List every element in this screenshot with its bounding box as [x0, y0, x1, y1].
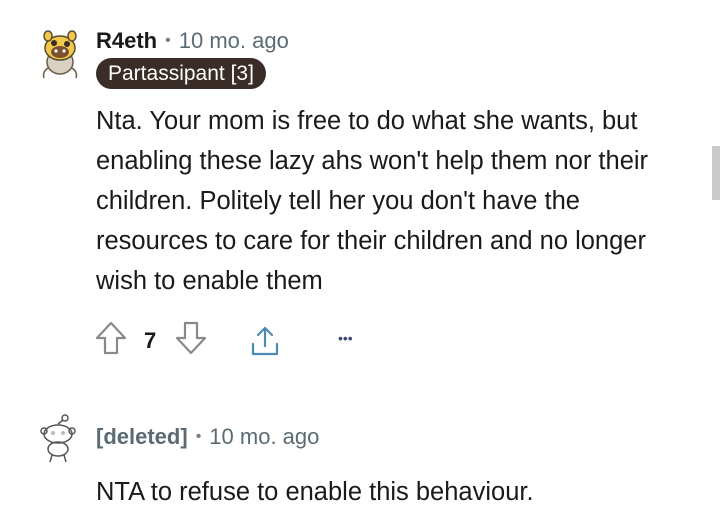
comment-meta: [deleted] • 10 mo. ago	[96, 423, 319, 451]
comment-age[interactable]: 10 mo. ago	[179, 28, 289, 53]
deleted-user-avatar	[36, 412, 80, 464]
separator-dot: •	[165, 32, 171, 49]
comment-age[interactable]: 10 mo. ago	[209, 424, 319, 449]
share-icon[interactable]	[248, 324, 282, 363]
comment-meta: R4eth • 10 mo. ago	[96, 27, 289, 55]
snoo-avatar-icon	[42, 30, 78, 79]
more-options-icon[interactable]: •••	[338, 330, 353, 346]
comment-body: Nta. Your mom is free to do what she wan…	[96, 107, 649, 295]
username: [deleted]	[96, 424, 188, 449]
comment-body: NTA to refuse to enable this behaviour.	[96, 478, 534, 506]
vote-score: 7	[144, 328, 157, 353]
user-avatar[interactable]	[36, 28, 84, 80]
user-flair: Partassipant [3]	[96, 58, 266, 89]
downvote-icon[interactable]	[174, 320, 208, 361]
username[interactable]: R4eth	[96, 28, 157, 53]
scrollbar[interactable]	[712, 146, 720, 200]
snoo-outline-icon	[40, 414, 76, 463]
separator-dot: •	[195, 428, 202, 445]
upvote-icon[interactable]	[94, 320, 128, 361]
